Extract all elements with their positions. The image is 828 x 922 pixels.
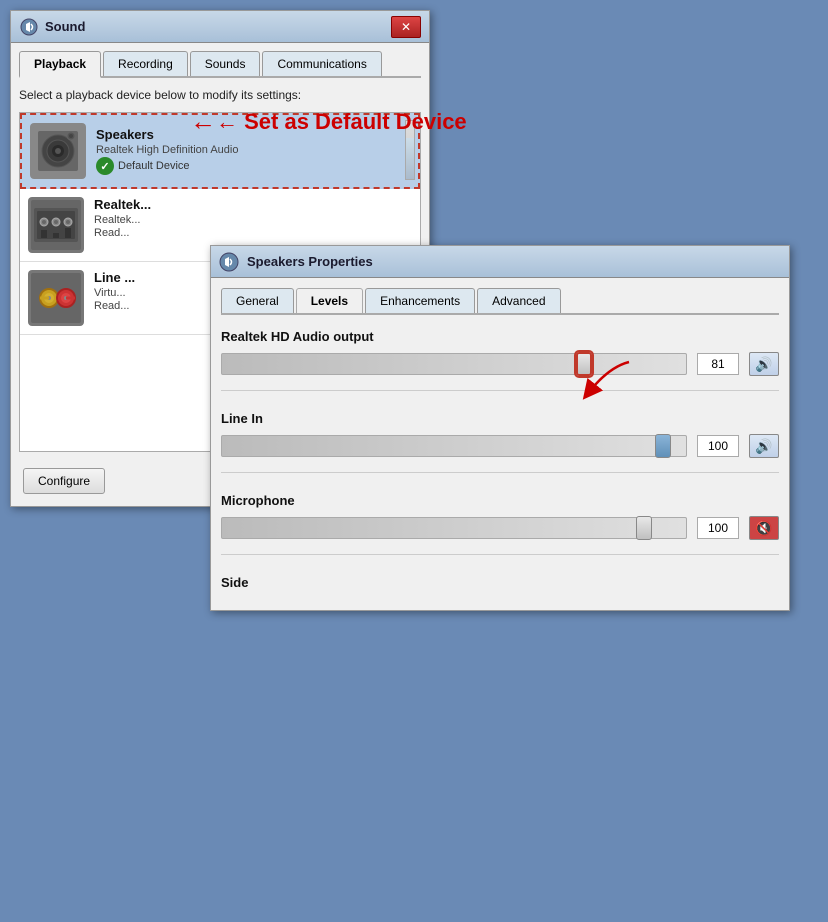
realtek-slider-value: 81 — [697, 353, 739, 375]
props-body: General Levels Enhancements Advanced Rea… — [211, 278, 789, 610]
tab-general[interactable]: General — [221, 288, 294, 313]
sound-title: Sound — [45, 19, 391, 34]
slider-label-linein: Line In — [221, 411, 779, 426]
realtek-partial-status: Read... — [94, 227, 412, 239]
slider-section-microphone: Microphone 100 🔇 — [221, 493, 779, 555]
microphone-slider-track[interactable] — [221, 517, 687, 539]
realtek-info: Realtek... Realtek... Read... — [94, 197, 412, 239]
speakers-default-label: Default Device — [118, 160, 190, 172]
slider-section-realtek: Realtek HD Audio output 81 🔊 — [221, 329, 779, 391]
tab-communications[interactable]: Communications — [262, 51, 381, 76]
linein-slider-thumb[interactable] — [655, 434, 671, 458]
sound-tabs: Playback Recording Sounds Communications — [19, 51, 421, 78]
props-title: Speakers Properties — [247, 254, 373, 269]
line-icon — [28, 270, 84, 326]
speakers-info: Speakers Realtek High Definition Audio ✓… — [96, 127, 410, 175]
props-tabs: General Levels Enhancements Advanced — [221, 288, 779, 315]
props-icon — [219, 252, 239, 272]
microphone-slider-value: 100 — [697, 517, 739, 539]
realtek-speaker-icon: 🔊 — [755, 356, 772, 373]
speakers-desc: Realtek High Definition Audio — [96, 144, 410, 156]
slider-section-linein: Line In 100 🔊 — [221, 411, 779, 473]
linein-slider-value: 100 — [697, 435, 739, 457]
tab-playback[interactable]: Playback — [19, 51, 101, 78]
slider-row-microphone: 100 🔇 — [221, 516, 779, 540]
select-instruction: Select a playback device below to modify… — [19, 88, 421, 102]
microphone-speaker-icon: 🔇 — [755, 520, 772, 537]
tab-enhancements[interactable]: Enhancements — [365, 288, 475, 313]
speakers-name: Speakers — [96, 127, 410, 142]
speakers-icon — [30, 123, 86, 179]
realtek-partial-name: Realtek... — [94, 197, 412, 212]
speakers-status: ✓ Default Device — [96, 157, 410, 175]
configure-button[interactable]: Configure — [23, 468, 105, 494]
realtek-slider-thumb[interactable] — [576, 352, 592, 376]
default-check-icon: ✓ — [96, 157, 114, 175]
realtek-mute-button[interactable]: 🔊 — [749, 352, 779, 376]
slider-label-side: Side — [221, 575, 779, 590]
slider-row-realtek: 81 🔊 — [221, 352, 779, 376]
tab-sounds[interactable]: Sounds — [190, 51, 261, 76]
slider-label-microphone: Microphone — [221, 493, 779, 508]
tab-advanced[interactable]: Advanced — [477, 288, 560, 313]
sound-titlebar: Sound ✕ — [11, 11, 429, 43]
microphone-slider-thumb[interactable] — [636, 516, 652, 540]
speakers-properties-window: Speakers Properties General Levels Enhan… — [210, 245, 790, 611]
sound-titlebar-icon — [19, 17, 39, 37]
linein-speaker-icon: 🔊 — [755, 438, 772, 455]
slider-section-side: Side — [221, 575, 779, 590]
realtek-icon — [28, 197, 84, 253]
realtek-slider-track[interactable] — [221, 353, 687, 375]
tab-recording[interactable]: Recording — [103, 51, 188, 76]
slider-label-realtek: Realtek HD Audio output — [221, 329, 779, 344]
props-titlebar: Speakers Properties — [211, 246, 789, 278]
linein-slider-track[interactable] — [221, 435, 687, 457]
microphone-mute-button[interactable]: 🔇 — [749, 516, 779, 540]
device-item-speakers[interactable]: Speakers Realtek High Definition Audio ✓… — [20, 113, 420, 189]
slider-row-linein: 100 🔊 — [221, 434, 779, 458]
tab-levels[interactable]: Levels — [296, 288, 363, 315]
realtek-partial-desc: Realtek... — [94, 214, 412, 226]
linein-mute-button[interactable]: 🔊 — [749, 434, 779, 458]
close-button[interactable]: ✕ — [391, 16, 421, 38]
